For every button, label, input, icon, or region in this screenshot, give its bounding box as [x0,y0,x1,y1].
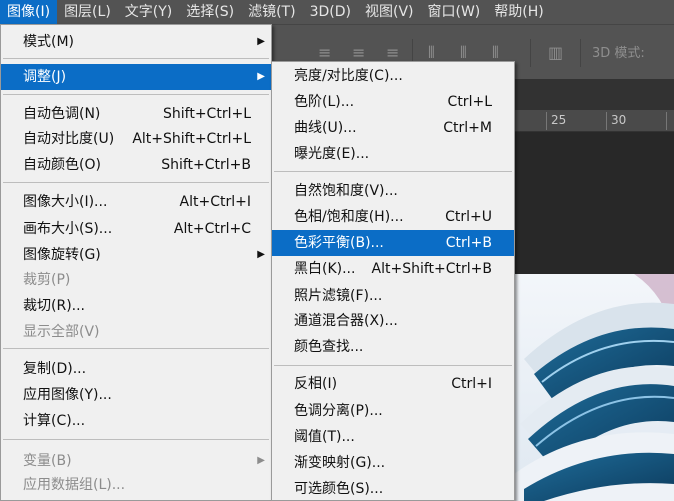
align-top-icon[interactable]: ≡ [318,43,331,62]
triangle-right-icon: ▶ [257,249,265,260]
toolbar-divider [530,39,531,67]
ruler-tick [546,112,547,130]
menu-select[interactable]: 选择(S) [179,0,241,24]
align-bottom-icon[interactable]: ≡ [386,43,399,62]
submenu-item-color-lookup[interactable]: 颜色查找... [272,334,514,360]
submenu-item-exposure[interactable]: 曝光度(E)... [272,141,514,167]
menu-window[interactable]: 窗口(W) [421,0,488,24]
menu-item-reveal-all: 显示全部(V) [23,324,100,340]
toolbar-divider [580,39,581,67]
ruler-number: 25 [551,113,567,127]
menu-separator [3,348,269,349]
document-image[interactable] [514,274,674,501]
menu-item-crop: 裁剪(P) [23,272,71,288]
submenu-item-threshold[interactable]: 阈值(T)... [272,424,514,450]
menu-separator [3,94,269,95]
submenu-item-photo-filter[interactable]: 照片滤镜(F)... [272,283,514,309]
menu-separator [3,182,269,183]
submenu-item-gradient-map[interactable]: 渐变映射(G)... [272,450,514,476]
architecture-photo [514,274,674,501]
menu-image[interactable]: 图像(I) [0,0,58,24]
menu-item-trim[interactable]: 裁切(R)... [1,293,271,319]
align-right-icon[interactable]: ⫴ [492,43,499,63]
submenu-item-curves[interactable]: 曲线(U)... Ctrl+M [272,115,514,141]
menu-help[interactable]: 帮助(H) [487,0,550,24]
distribute-icon[interactable]: ▥ [548,43,563,62]
adjustments-submenu: 亮度/对比度(C)... 色阶(L)... Ctrl+L 曲线(U)... Ct… [271,61,515,501]
submenu-item-vibrance[interactable]: 自然饱和度(V)... [272,178,514,204]
submenu-item-black-white[interactable]: 黑白(K)... Alt+Shift+Ctrl+B [272,256,514,282]
align-vcenter-icon[interactable]: ≡ [352,43,365,62]
submenu-item-hue-saturation[interactable]: 色相/饱和度(H)... Ctrl+U [272,204,514,230]
menu-3d[interactable]: 3D(D) [303,0,358,24]
submenu-item-invert[interactable]: 反相(I) Ctrl+I [272,371,514,397]
menu-item-calculations[interactable]: 计算(C)... [1,408,271,434]
menu-separator [3,58,269,59]
triangle-right-icon: ▶ [257,36,265,47]
menu-item-auto-contrast[interactable]: 自动对比度(U) Alt+Shift+Ctrl+L [1,126,271,152]
menu-item-auto-tone[interactable]: 自动色调(N) Shift+Ctrl+L [1,101,271,127]
ruler-number: 30 [611,113,627,127]
menu-view[interactable]: 视图(V) [358,0,421,24]
ruler-tick [606,112,607,130]
align-hcenter-icon[interactable]: ⫴ [460,43,467,63]
ruler-tick [666,112,667,130]
menu-item-mode[interactable]: 模式(M) ▶ [1,29,271,55]
submenu-item-selective-color[interactable]: 可选颜色(S)... [272,476,514,501]
menu-item-variables: 变量(B) ▶ [1,448,271,474]
menu-bar: 图像(I) 图层(L) 文字(Y) 选择(S) 滤镜(T) 3D(D) 视图(V… [0,0,674,24]
menu-item-image-size[interactable]: 图像大小(I)... Alt+Ctrl+I [1,189,271,215]
align-left-icon[interactable]: ⫴ [428,43,435,63]
menu-item-auto-color[interactable]: 自动颜色(O) Shift+Ctrl+B [1,152,271,178]
triangle-right-icon: ▶ [257,71,265,82]
submenu-item-levels[interactable]: 色阶(L)... Ctrl+L [272,89,514,115]
submenu-item-color-balance[interactable]: 色彩平衡(B)... Ctrl+B [272,230,514,256]
menu-item-adjustments[interactable]: 调整(J) ▶ [1,64,271,90]
menu-separator [274,365,512,366]
3d-mode-label: 3D 模式: [592,46,645,61]
menu-item-apply-data-set: 应用数据组(L)... [23,477,126,493]
menu-layer[interactable]: 图层(L) [57,0,118,24]
menu-item-apply-image[interactable]: 应用图像(Y)... [1,382,271,408]
menu-item-image-rotation[interactable]: 图像旋转(G) ▶ [1,242,271,268]
submenu-item-brightness-contrast[interactable]: 亮度/对比度(C)... [272,63,514,89]
triangle-right-icon: ▶ [257,455,265,466]
submenu-item-channel-mixer[interactable]: 通道混合器(X)... [272,308,514,334]
menu-separator [3,439,269,440]
submenu-item-posterize[interactable]: 色调分离(P)... [272,398,514,424]
menu-item-canvas-size[interactable]: 画布大小(S)... Alt+Ctrl+C [1,216,271,242]
menu-filter[interactable]: 滤镜(T) [241,0,302,24]
menu-type[interactable]: 文字(Y) [118,0,179,24]
menu-item-duplicate[interactable]: 复制(D)... [1,356,271,382]
menu-separator [274,171,512,172]
image-menu-dropdown: 模式(M) ▶ 调整(J) ▶ 自动色调(N) Shift+Ctrl+L 自动对… [0,24,272,501]
